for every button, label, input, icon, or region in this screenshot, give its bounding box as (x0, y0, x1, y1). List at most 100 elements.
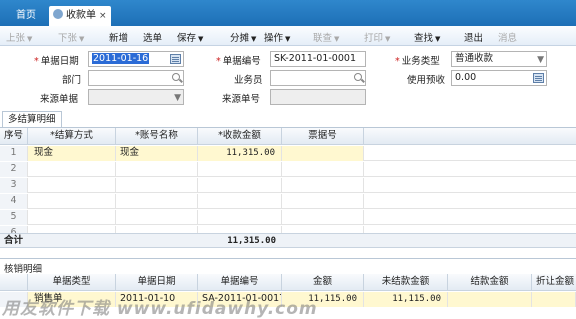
save-button[interactable]: 保存 ▼ (177, 30, 203, 44)
prev-button[interactable]: 上张 ▼ (6, 30, 32, 44)
tab-receipt[interactable]: 收款单 × (49, 6, 111, 26)
approve-button[interactable]: 联查 ▼ (313, 30, 339, 44)
total-row: 合计 11,315.00 (0, 233, 576, 248)
calendar-icon[interactable] (170, 54, 181, 64)
col-method[interactable]: *结算方式 (28, 128, 116, 145)
search-icon[interactable] (354, 73, 362, 81)
row-number: 4 (0, 194, 28, 209)
toolbar: 上张 ▼ 下张 ▼ 新增 选单 保存 ▼ 分摊 ▼ 操作 ▼ 联查 ▼ 打印 ▼ 查找 ▼ 退出… (0, 26, 576, 46)
source-no-label: 来源单号 (222, 94, 261, 105)
close-icon[interactable]: × (99, 11, 107, 21)
print-button[interactable]: 打印 ▼ (364, 30, 390, 44)
chevron-down-icon: ▼ (435, 35, 441, 43)
row-number: 5 (0, 210, 28, 225)
col-discount[interactable]: 折让金额 (532, 274, 576, 291)
biztype-select[interactable]: 普通收款 ▼ (451, 51, 547, 67)
dept-label: 部门 (62, 75, 82, 86)
dept-field[interactable] (88, 70, 184, 86)
operate-label: 操作 (264, 33, 284, 44)
chevron-down-icon[interactable]: ▼ (174, 91, 181, 104)
source-label: 来源单据 (40, 94, 79, 105)
bill-cell[interactable] (282, 194, 364, 209)
verify-section-header: 核销明细 (0, 258, 576, 275)
number-field[interactable]: SK-2011-01-0001 (270, 51, 366, 67)
message-button[interactable]: 消息 (498, 30, 517, 44)
amount-cell[interactable]: 11,315.00 (198, 146, 282, 161)
total-amount: 11,315.00 (227, 236, 276, 246)
bill-cell[interactable] (282, 210, 364, 225)
table-row[interactable]: 5 (0, 210, 576, 225)
method-cell[interactable]: 现金 (28, 146, 116, 161)
col-amount2[interactable]: 金额 (282, 274, 364, 291)
date-field[interactable]: 2011-01-16 (88, 51, 184, 67)
amount-cell[interactable] (198, 178, 282, 193)
settlement-grid: 序号 *结算方式 *账号名称 *收款金额 票据号 1 现金 现金 11,315.… (0, 127, 576, 248)
account-cell[interactable] (116, 178, 198, 193)
number-label: * 单据编号 (216, 56, 261, 67)
col-bill[interactable]: 票据号 (282, 128, 364, 145)
calculator-icon[interactable] (533, 73, 544, 83)
amount-cell[interactable] (198, 194, 282, 209)
method-cell[interactable] (28, 162, 116, 177)
amount-cell[interactable] (198, 210, 282, 225)
chevron-down-icon: ▼ (285, 35, 291, 43)
col-doc-type[interactable]: 单据类型 (28, 274, 116, 291)
method-cell[interactable] (28, 210, 116, 225)
tab-home[interactable]: 首页 (6, 6, 46, 26)
exit-button[interactable]: 退出 (464, 30, 483, 44)
bill-cell[interactable] (282, 146, 364, 161)
account-cell[interactable] (116, 194, 198, 209)
chevron-down-icon: ▼ (198, 35, 204, 43)
tab-settlement-detail[interactable]: 多结算明细 (2, 111, 62, 127)
add-button[interactable]: 新增 (109, 30, 128, 44)
table-row[interactable]: 4 (0, 194, 576, 209)
split-button[interactable]: 分摊 ▼ (230, 30, 256, 44)
col-doc-date[interactable]: 单据日期 (116, 274, 198, 291)
next-button[interactable]: 下张 ▼ (58, 30, 84, 44)
next-label: 下张 (58, 33, 78, 44)
account-cell[interactable]: 现金 (116, 146, 198, 161)
document-icon (53, 9, 63, 19)
chevron-down-icon[interactable]: ▼ (537, 53, 544, 66)
staff-field[interactable] (270, 70, 366, 86)
biztype-label: * 业务类型 (395, 56, 440, 67)
select-button[interactable]: 选单 (143, 30, 162, 44)
chevron-down-icon: ▼ (79, 35, 85, 43)
col-unpaid[interactable]: 未结款金额 (364, 274, 448, 291)
prepay-field[interactable]: 0.00 (451, 70, 547, 86)
paid-cell[interactable] (448, 292, 532, 307)
account-cell[interactable] (116, 210, 198, 225)
watermark-text: 用友软件下载 www.ufidawhy.com (2, 299, 318, 319)
tab-receipt-label: 收款单 (66, 10, 96, 21)
bill-cell[interactable] (282, 162, 364, 177)
table-row[interactable]: 2 (0, 162, 576, 177)
biztype-value: 普通收款 (455, 53, 494, 64)
unpaid-cell[interactable]: 11,115.00 (364, 292, 448, 307)
col-doc-number[interactable]: 单据编号 (198, 274, 282, 291)
table-row[interactable]: 3 (0, 178, 576, 193)
search-icon[interactable] (172, 73, 180, 81)
col-amount[interactable]: *收款金额 (198, 128, 282, 145)
find-button[interactable]: 查找 ▼ (414, 30, 440, 44)
row-number: 2 (0, 162, 28, 177)
tab-verify-detail[interactable]: 核销明细 (4, 261, 42, 275)
method-cell[interactable] (28, 194, 116, 209)
chevron-down-icon: ▼ (251, 35, 257, 43)
discount-cell[interactable] (532, 292, 576, 307)
print-label: 打印 (364, 33, 384, 44)
source-select[interactable]: ▼ (88, 89, 184, 105)
col-verify-blank (0, 274, 28, 291)
staff-label: 业务员 (234, 75, 263, 86)
save-label: 保存 (177, 33, 197, 44)
operate-button[interactable]: 操作 ▼ (264, 30, 290, 44)
prepay-value: 0.00 (455, 72, 477, 83)
account-cell[interactable] (116, 162, 198, 177)
method-cell[interactable] (28, 178, 116, 193)
bill-cell[interactable] (282, 178, 364, 193)
amount-cell[interactable] (198, 162, 282, 177)
prepay-label: 使用预收 (407, 75, 446, 86)
col-paid[interactable]: 结款金额 (448, 274, 532, 291)
table-row[interactable]: 1 现金 现金 11,315.00 (0, 146, 576, 161)
date-value: 2011-01-16 (92, 53, 150, 64)
col-account[interactable]: *账号名称 (116, 128, 198, 145)
